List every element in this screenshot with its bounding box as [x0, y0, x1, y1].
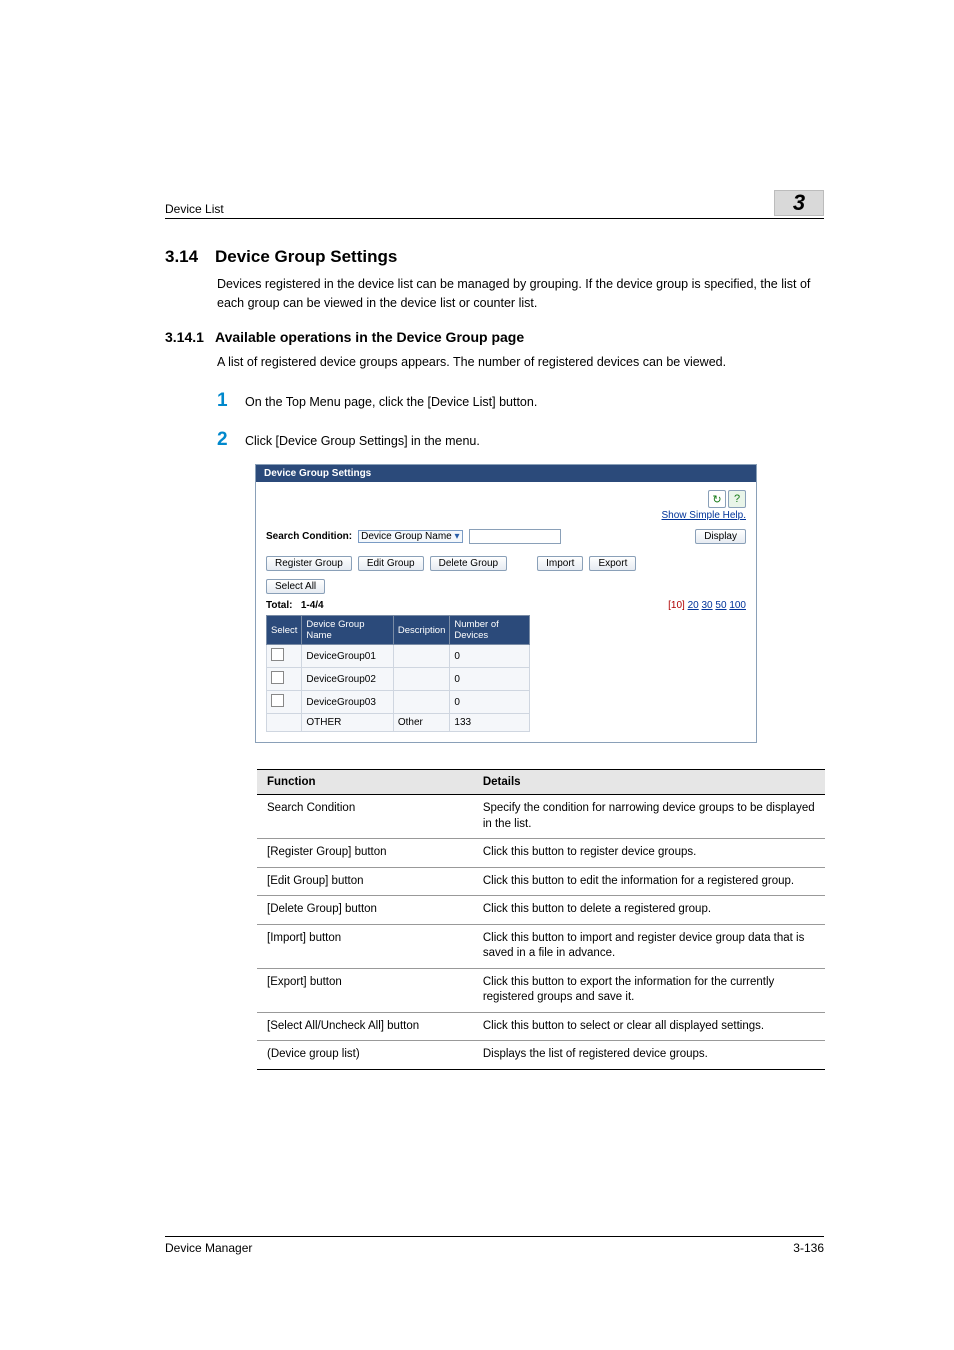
help-icon[interactable]: ?	[728, 490, 746, 508]
paging-link[interactable]: 30	[702, 600, 713, 611]
paging: [10] 20 30 50 100	[668, 600, 746, 611]
row-checkbox[interactable]	[271, 671, 284, 684]
footer-left: Device Manager	[165, 1241, 252, 1255]
display-button[interactable]: Display	[695, 529, 746, 544]
subsection-title: Available operations in the Device Group…	[215, 329, 524, 345]
search-row: Search Condition: Device Group Name ▾ Di…	[266, 529, 746, 544]
search-input[interactable]	[469, 529, 561, 544]
paging-link[interactable]: 100	[729, 600, 746, 611]
col-name: Device Group Name	[302, 616, 393, 645]
page-footer: Device Manager 3-136	[165, 1236, 824, 1255]
section-body: Devices registered in the device list ca…	[217, 275, 824, 313]
col-select: Select	[267, 616, 302, 645]
subsection-heading: 3.14.1Available operations in the Device…	[165, 329, 824, 345]
table-row: [Edit Group] buttonClick this button to …	[257, 867, 825, 896]
subsection-body: A list of registered device groups appea…	[217, 353, 824, 372]
col-num: Number of Devices	[450, 616, 530, 645]
embedded-screenshot: Device Group Settings ↻ ? Show Simple He…	[255, 464, 757, 743]
table-row: [Export] buttonClick this button to expo…	[257, 968, 825, 1012]
refresh-icon[interactable]: ↻	[708, 490, 726, 508]
footer-right: 3-136	[793, 1241, 824, 1255]
col-desc: Description	[393, 616, 450, 645]
table-row: DeviceGroup02 0	[267, 668, 530, 691]
cell-desc	[393, 691, 450, 714]
cell-num: 133	[450, 714, 530, 732]
edit-group-button[interactable]: Edit Group	[358, 556, 424, 571]
section-title: Device Group Settings	[215, 247, 397, 266]
row-checkbox[interactable]	[271, 648, 284, 661]
func-header: Function	[257, 770, 473, 795]
cell-desc: Other	[393, 714, 450, 732]
cell-num: 0	[450, 691, 530, 714]
table-row: Search ConditionSpecify the condition fo…	[257, 795, 825, 839]
search-condition-label: Search Condition:	[266, 531, 352, 542]
paging-current: [10]	[668, 600, 685, 611]
table-row: DeviceGroup01 0	[267, 645, 530, 668]
paging-link[interactable]: 20	[688, 600, 699, 611]
cell-name: DeviceGroup03	[302, 691, 393, 714]
table-row: [Select All/Uncheck All] buttonClick thi…	[257, 1012, 825, 1041]
table-row: [Import] buttonClick this button to impo…	[257, 924, 825, 968]
import-button[interactable]: Import	[537, 556, 583, 571]
step-text: Click [Device Group Settings] in the men…	[245, 432, 480, 451]
row-checkbox[interactable]	[271, 694, 284, 707]
show-simple-help-link[interactable]: Show Simple Help.	[662, 510, 746, 521]
step-number: 1	[217, 387, 245, 416]
device-group-table: Select Device Group Name Description Num…	[266, 615, 530, 732]
select-all-button[interactable]: Select All	[266, 579, 325, 594]
cell-name: DeviceGroup02	[302, 668, 393, 691]
function-details-table: Function Details Search ConditionSpecify…	[257, 769, 825, 1070]
step-2: 2 Click [Device Group Settings] in the m…	[217, 426, 824, 455]
step-1: 1 On the Top Menu page, click the [Devic…	[217, 387, 824, 416]
cell-desc	[393, 645, 450, 668]
details-header: Details	[473, 770, 825, 795]
table-row: [Delete Group] buttonClick this button t…	[257, 896, 825, 925]
cell-name: DeviceGroup01	[302, 645, 393, 668]
chapter-box: 3	[774, 190, 824, 216]
search-select[interactable]: Device Group Name ▾	[358, 530, 462, 543]
paging-link[interactable]: 50	[715, 600, 726, 611]
delete-group-button[interactable]: Delete Group	[430, 556, 507, 571]
table-row: (Device group list)Displays the list of …	[257, 1041, 825, 1070]
register-group-button[interactable]: Register Group	[266, 556, 352, 571]
cell-num: 0	[450, 645, 530, 668]
cell-name: OTHER	[302, 714, 393, 732]
table-row: OTHER Other 133	[267, 714, 530, 732]
cell-desc	[393, 668, 450, 691]
step-text: On the Top Menu page, click the [Device …	[245, 393, 537, 412]
export-button[interactable]: Export	[589, 556, 636, 571]
subsection-number: 3.14.1	[165, 329, 215, 345]
table-row: [Register Group] buttonClick this button…	[257, 839, 825, 868]
section-heading: 3.14Device Group Settings	[165, 247, 824, 267]
header-left: Device List	[165, 202, 224, 216]
panel-title: Device Group Settings	[256, 465, 756, 482]
section-number: 3.14	[165, 247, 215, 267]
total-count: Total: 1-4/4	[266, 600, 324, 611]
page-header: Device List 3	[165, 190, 824, 219]
step-number: 2	[217, 426, 245, 455]
cell-num: 0	[450, 668, 530, 691]
chapter-number: 3	[793, 190, 805, 216]
table-row: DeviceGroup03 0	[267, 691, 530, 714]
chevron-down-icon: ▾	[455, 531, 460, 542]
